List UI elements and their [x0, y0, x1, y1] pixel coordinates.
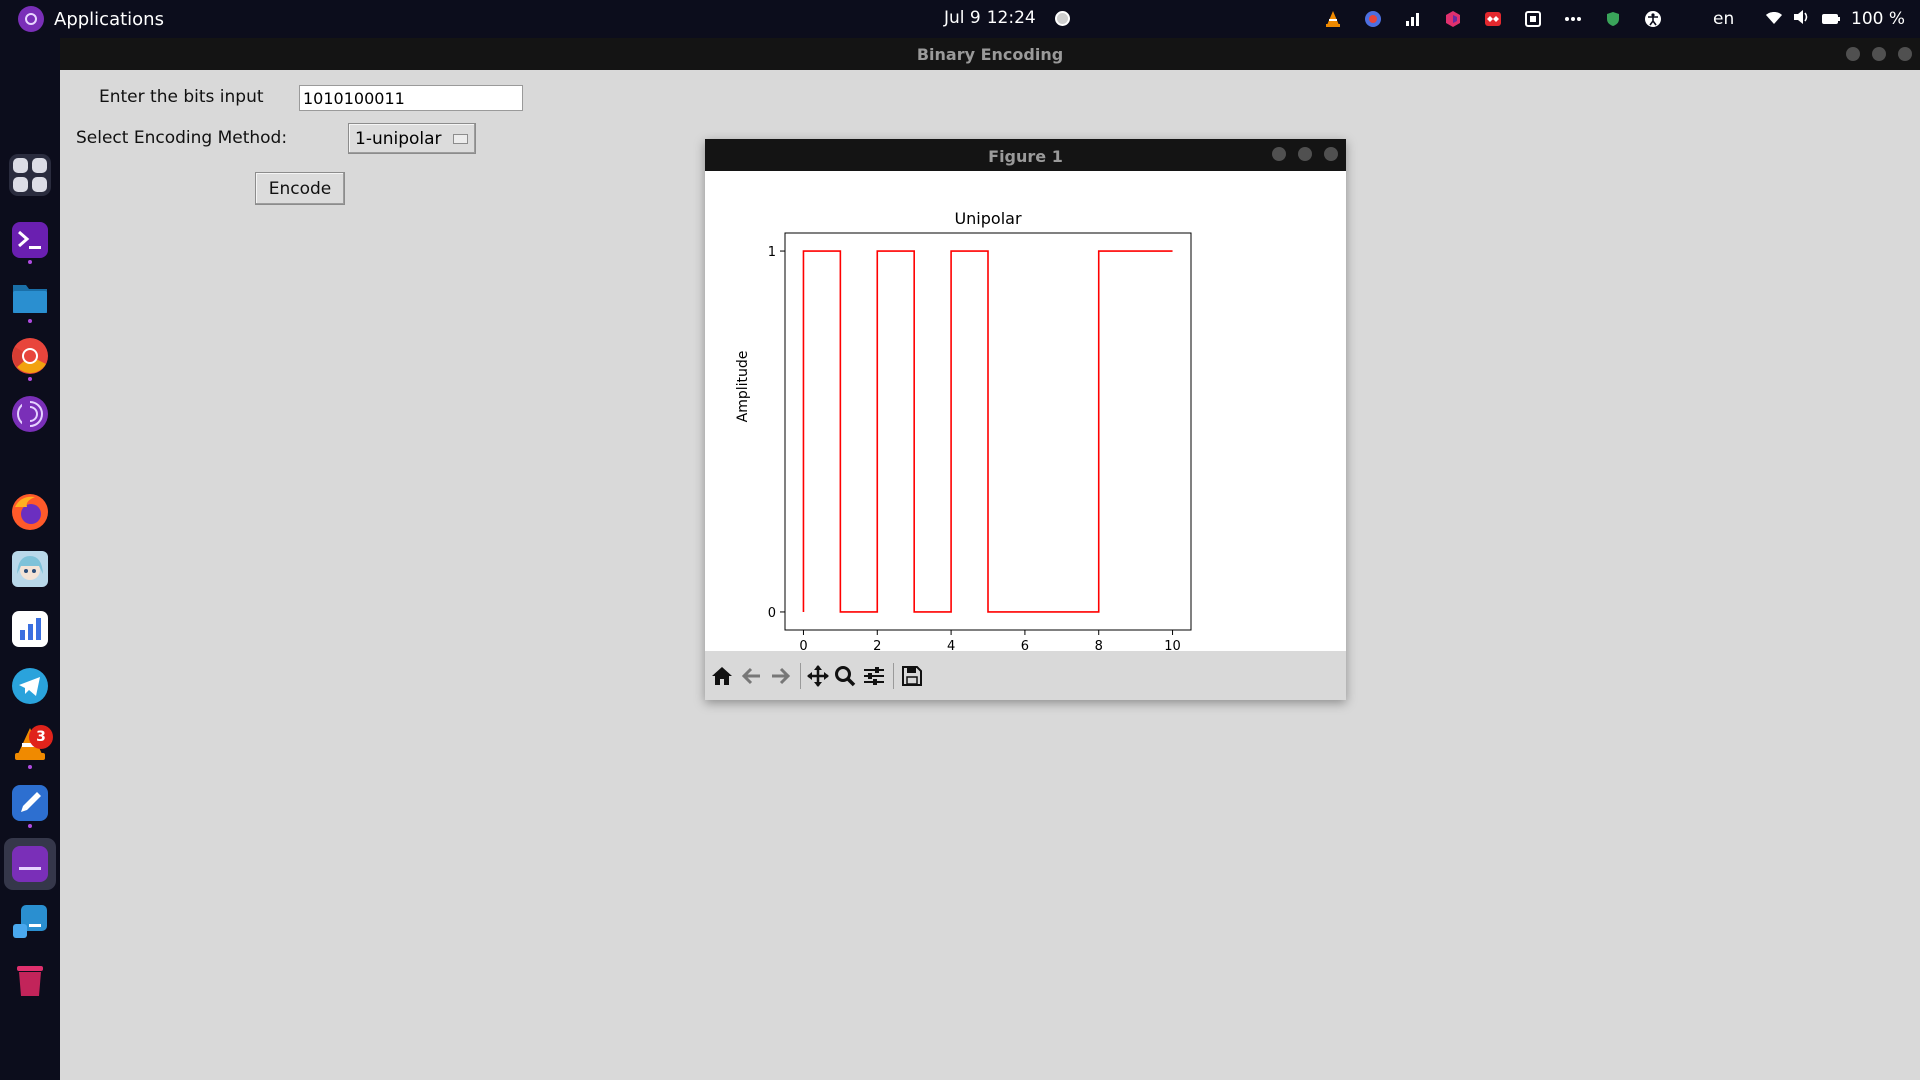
anydesk-icon[interactable] — [1482, 8, 1504, 30]
screenshot-icon[interactable] — [1442, 8, 1464, 30]
trash-icon[interactable] — [9, 958, 51, 1000]
applications-logo-icon — [18, 6, 44, 32]
y-tick-label: 1 — [768, 245, 776, 260]
x-tick-label: 0 — [799, 639, 807, 651]
chrome-remote-icon[interactable] — [1362, 8, 1384, 30]
recording-indicator-icon[interactable] — [1055, 11, 1070, 26]
volume-icon — [1793, 9, 1811, 29]
running-indicator — [28, 319, 32, 323]
clock-date: Jul 9 — [944, 8, 981, 28]
chrome-icon[interactable] — [9, 335, 51, 377]
toolbar-separator — [800, 663, 801, 689]
figure-window-titlebar[interactable]: Figure 1 — [705, 139, 1346, 171]
bits-input-label: Enter the bits input — [99, 87, 264, 107]
configure-subplots-icon[interactable] — [861, 663, 887, 689]
telegram-icon[interactable] — [9, 665, 51, 707]
clock[interactable]: Jul 9 12:24 — [944, 8, 1036, 28]
running-indicator — [28, 377, 32, 381]
clock-time: 12:24 — [986, 8, 1036, 28]
unipolar-signal-line — [802, 250, 1173, 613]
python-app-icon[interactable] — [4, 838, 56, 890]
figure-canvas[interactable]: 024681001UnipolarTimeAmplitude — [705, 171, 1346, 673]
bits-input[interactable] — [299, 85, 523, 111]
chart-title: Unipolar — [954, 209, 1021, 228]
language-indicator[interactable]: en — [1713, 9, 1734, 29]
figure-window-title: Figure 1 — [988, 147, 1063, 166]
shield-icon[interactable] — [1602, 8, 1624, 30]
minimize-button[interactable] — [1846, 47, 1860, 61]
y-axis-label: Amplitude — [735, 351, 751, 423]
text-editor-icon[interactable] — [9, 782, 51, 824]
running-indicator — [28, 765, 32, 769]
running-indicator — [28, 260, 32, 264]
figure-minimize-button[interactable] — [1272, 147, 1286, 161]
accessibility-icon[interactable] — [1642, 8, 1664, 30]
maximize-button[interactable] — [1872, 47, 1886, 61]
home-icon[interactable] — [709, 663, 735, 689]
figure-window: Figure 1 024681001UnipolarTimeAmplitude — [705, 139, 1346, 700]
dock: 3 — [0, 38, 60, 1080]
zoom-icon[interactable] — [832, 663, 858, 689]
figure-close-button[interactable] — [1324, 147, 1338, 161]
encoding-method-value: 1-unipolar — [355, 128, 442, 149]
x-tick-label: 10 — [1164, 639, 1181, 651]
applications-label: Applications — [54, 8, 164, 30]
battery-percentage: 100 % — [1851, 9, 1906, 29]
encode-button[interactable]: Encode — [255, 172, 345, 205]
system-status[interactable]: 100 % — [1765, 6, 1905, 32]
x-tick-label: 6 — [1021, 639, 1029, 651]
save-icon[interactable] — [899, 663, 925, 689]
unipolar-chart: 024681001UnipolarTimeAmplitude — [735, 209, 1192, 673]
analytics-icon[interactable] — [9, 608, 51, 650]
firefox-icon[interactable] — [9, 491, 51, 533]
terminal-icon[interactable] — [9, 219, 51, 261]
figure-toolbar — [705, 651, 1346, 700]
anime-app-icon[interactable] — [9, 548, 51, 590]
tor-browser-icon[interactable] — [9, 393, 51, 435]
remote-desktop-icon[interactable] — [9, 900, 51, 942]
forward-icon[interactable] — [767, 663, 793, 689]
battery-icon — [1821, 10, 1841, 29]
main-window-title: Binary Encoding — [916, 45, 1064, 64]
y-tick-label: 0 — [768, 606, 776, 621]
top-bar: Applications Jul 9 12:24 en 100 % — [0, 0, 1920, 38]
more-icon[interactable] — [1562, 8, 1584, 30]
stats-icon[interactable] — [1402, 8, 1424, 30]
x-tick-label: 4 — [947, 639, 955, 651]
pan-icon[interactable] — [805, 663, 831, 689]
x-tick-label: 2 — [873, 639, 881, 651]
vlc-icon[interactable] — [1322, 8, 1344, 30]
notification-badge: 3 — [29, 725, 53, 749]
encoding-method-select[interactable]: 1-unipolar — [348, 123, 476, 154]
figure-maximize-button[interactable] — [1298, 147, 1312, 161]
back-icon[interactable] — [739, 663, 765, 689]
applications-menu-button[interactable]: Applications — [18, 5, 164, 33]
system-tray — [1322, 6, 1682, 32]
toolbar-separator — [893, 663, 894, 689]
x-tick-label: 8 — [1095, 639, 1103, 651]
main-window-titlebar[interactable]: Binary Encoding — [60, 38, 1920, 70]
option-menu-indicator-icon — [453, 134, 468, 144]
files-icon[interactable] — [9, 277, 51, 319]
encoding-method-label: Select Encoding Method: — [76, 128, 288, 148]
flameshot-icon[interactable] — [1522, 8, 1544, 30]
wifi-icon — [1765, 10, 1783, 29]
running-indicator — [28, 824, 32, 828]
close-button[interactable] — [1898, 47, 1912, 61]
app-grid-icon[interactable] — [9, 154, 51, 196]
